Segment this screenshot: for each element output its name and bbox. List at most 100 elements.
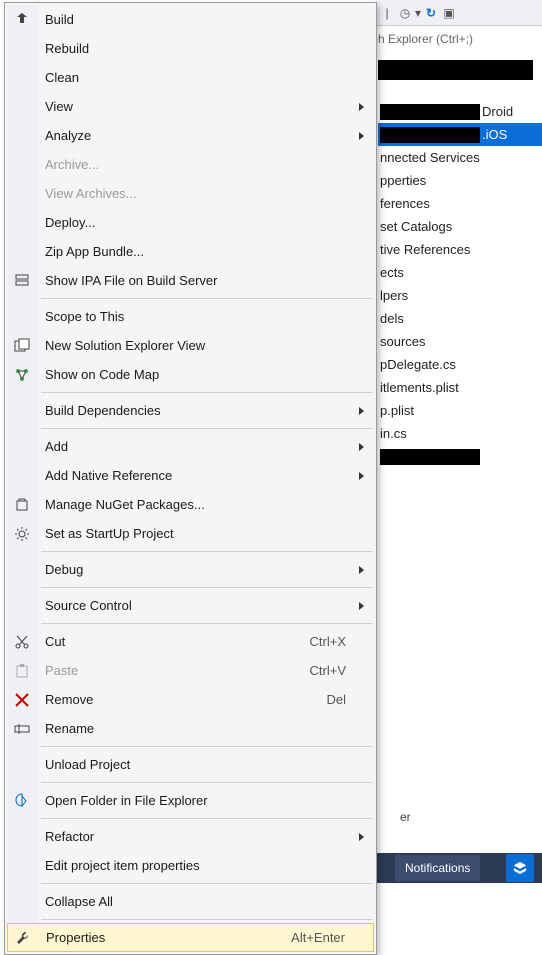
tree-item[interactable]: set Catalogs <box>378 215 542 238</box>
tree-item[interactable]: ects <box>378 261 542 284</box>
menu-item-cut[interactable]: CutCtrl+X <box>7 627 374 656</box>
rename-icon <box>13 720 31 738</box>
tree-item[interactable]: dels <box>378 307 542 330</box>
menu-separator <box>41 428 372 429</box>
sync-icon[interactable]: ↻ <box>423 5 439 21</box>
menu-item-manage-nuget-packages[interactable]: Manage NuGet Packages... <box>7 490 374 519</box>
menu-item-label: Manage NuGet Packages... <box>45 497 374 512</box>
menu-item-source-control[interactable]: Source Control <box>7 591 374 620</box>
build-icon <box>13 11 31 29</box>
submenu-arrow-icon <box>359 472 364 480</box>
menu-item-remove[interactable]: RemoveDel <box>7 685 374 714</box>
menu-item-add-native-reference[interactable]: Add Native Reference <box>7 461 374 490</box>
menu-separator <box>41 782 372 783</box>
menu-item-label: Scope to This <box>45 309 374 324</box>
menu-item-scope-to-this[interactable]: Scope to This <box>7 302 374 331</box>
submenu-arrow-icon <box>359 132 364 140</box>
menu-item-label: Build Dependencies <box>45 403 374 418</box>
menu-item-label: Paste <box>45 663 310 678</box>
menu-separator <box>41 883 372 884</box>
menu-item-build-dependencies[interactable]: Build Dependencies <box>7 396 374 425</box>
menu-item-analyze[interactable]: Analyze <box>7 121 374 150</box>
menu-item-rename[interactable]: Rename <box>7 714 374 743</box>
window-icon[interactable]: ▣ <box>441 5 457 21</box>
menu-item-label: Analyze <box>45 128 374 143</box>
panel-tab-label[interactable]: er <box>400 810 411 824</box>
server-icon <box>13 272 31 290</box>
menu-item-label: Rename <box>45 721 374 736</box>
history-icon[interactable]: ◷ <box>397 5 413 21</box>
menu-item-label: Archive... <box>45 157 374 172</box>
tree-item[interactable]: lpers <box>378 284 542 307</box>
remove-icon <box>13 691 31 709</box>
menu-item-label: Show on Code Map <box>45 367 374 382</box>
tree-item[interactable]: pperties <box>378 169 542 192</box>
paste-icon <box>13 662 31 680</box>
tree-item[interactable]: Droid <box>378 100 542 123</box>
submenu-arrow-icon <box>359 566 364 574</box>
tree-item[interactable]: in.cs <box>378 422 542 445</box>
search-placeholder[interactable]: h Explorer (Ctrl+;) <box>378 32 473 46</box>
menu-item-label: Collapse All <box>45 894 374 909</box>
menu-item-rebuild[interactable]: Rebuild <box>7 34 374 63</box>
menu-item-label: Build <box>45 12 374 27</box>
tree-item[interactable]: nnected Services <box>378 146 542 169</box>
menu-item-view-archives: View Archives... <box>7 179 374 208</box>
menu-item-label: View Archives... <box>45 186 374 201</box>
menu-item-label: Deploy... <box>45 215 374 230</box>
tree-item-label: in.cs <box>380 426 407 441</box>
redacted-block <box>380 104 480 120</box>
menu-item-label: New Solution Explorer View <box>45 338 374 353</box>
tree-item[interactable]: itlements.plist <box>378 376 542 399</box>
nuget-icon <box>13 496 31 514</box>
menu-separator <box>41 298 372 299</box>
menu-item-show-on-code-map[interactable]: Show on Code Map <box>7 360 374 389</box>
dropdown-icon[interactable]: ▾ <box>415 6 421 20</box>
tree-item[interactable]: p.plist <box>378 399 542 422</box>
menu-item-label: Show IPA File on Build Server <box>45 273 374 288</box>
tree-item-label: tive References <box>380 242 470 257</box>
gear-icon <box>13 525 31 543</box>
menu-item-label: Debug <box>45 562 374 577</box>
tree-item[interactable]: ferences <box>378 192 542 215</box>
menu-separator <box>41 919 372 920</box>
menu-item-label: Zip App Bundle... <box>45 244 374 259</box>
submenu-arrow-icon <box>359 833 364 841</box>
menu-item-deploy[interactable]: Deploy... <box>7 208 374 237</box>
menu-item-archive: Archive... <box>7 150 374 179</box>
menu-item-unload-project[interactable]: Unload Project <box>7 750 374 779</box>
tree-item-label: pDelegate.cs <box>380 357 456 372</box>
menu-separator <box>41 392 372 393</box>
tree-item[interactable]: tive References <box>378 238 542 261</box>
menu-item-debug[interactable]: Debug <box>7 555 374 584</box>
menu-item-label: Remove <box>45 692 326 707</box>
menu-item-show-ipa-file-on-build-server[interactable]: Show IPA File on Build Server <box>7 266 374 295</box>
tree-item[interactable]: .iOS <box>378 123 542 146</box>
openfolder-icon <box>13 792 31 810</box>
menu-item-open-folder-in-file-explorer[interactable]: Open Folder in File Explorer <box>7 786 374 815</box>
menu-item-label: Cut <box>45 634 310 649</box>
menu-item-collapse-all[interactable]: Collapse All <box>7 887 374 916</box>
menu-item-new-solution-explorer-view[interactable]: New Solution Explorer View <box>7 331 374 360</box>
notifications-tab[interactable]: Notifications <box>395 855 480 881</box>
solution-tree[interactable]: Droid.iOSnnected Servicespperties ference… <box>378 100 542 468</box>
tree-item[interactable]: pDelegate.cs <box>378 353 542 376</box>
menu-item-zip-app-bundle[interactable]: Zip App Bundle... <box>7 237 374 266</box>
codemap-icon <box>13 366 31 384</box>
menu-item-properties[interactable]: PropertiesAlt+Enter <box>7 923 374 952</box>
menu-item-clean[interactable]: Clean <box>7 63 374 92</box>
submenu-arrow-icon <box>359 602 364 610</box>
menu-item-label: Refactor <box>45 829 374 844</box>
menu-item-set-as-startup-project[interactable]: Set as StartUp Project <box>7 519 374 548</box>
submenu-arrow-icon <box>359 103 364 111</box>
tree-item[interactable] <box>378 445 542 468</box>
menu-separator <box>41 818 372 819</box>
menu-item-refactor[interactable]: Refactor <box>7 822 374 851</box>
menu-item-edit-project-item-properties[interactable]: Edit project item properties <box>7 851 374 880</box>
feedback-icon[interactable] <box>506 854 534 882</box>
tree-item[interactable]: sources <box>378 330 542 353</box>
menu-item-add[interactable]: Add <box>7 432 374 461</box>
tree-item-label: ferences <box>380 196 430 211</box>
menu-item-view[interactable]: View <box>7 92 374 121</box>
menu-item-build[interactable]: Build <box>7 5 374 34</box>
